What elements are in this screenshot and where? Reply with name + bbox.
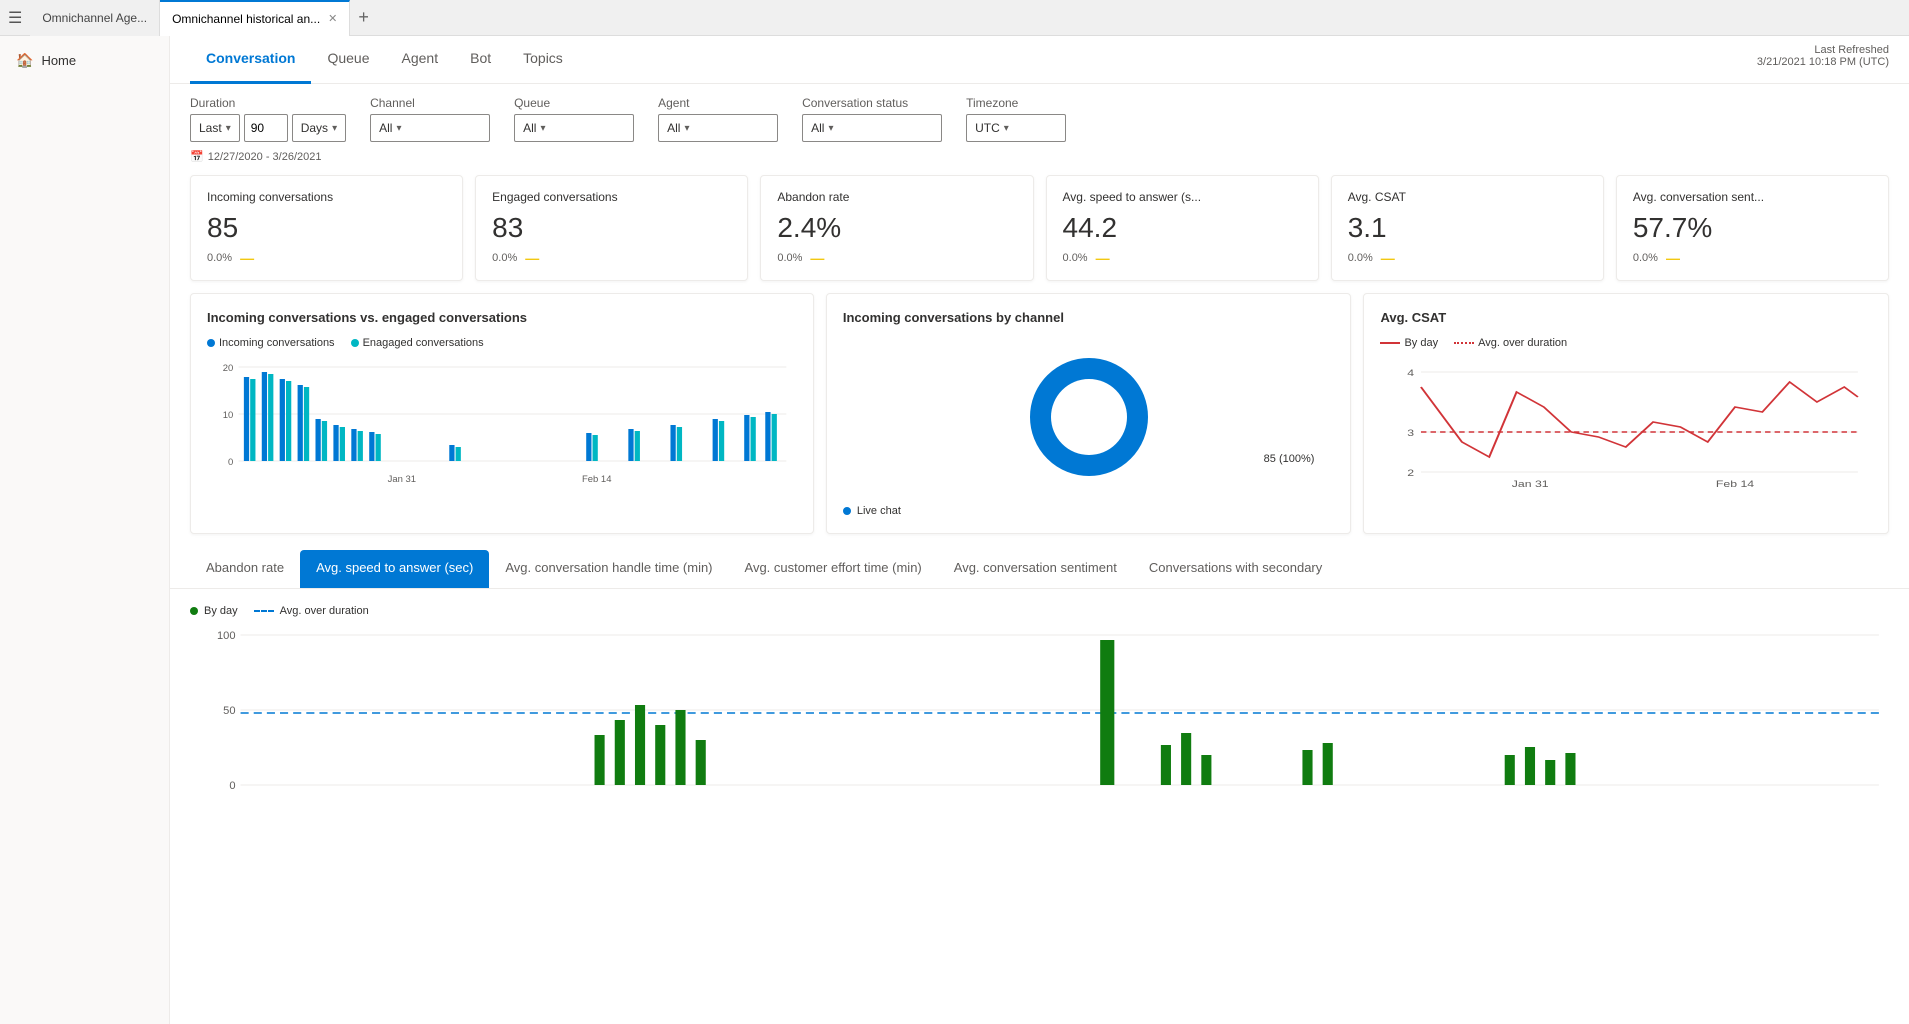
browser-menu-icon[interactable]: ☰: [8, 8, 22, 28]
charts-row: Incoming conversations vs. engaged conve…: [170, 293, 1909, 546]
sidebar-item-home[interactable]: 🏠 Home: [0, 44, 169, 77]
donut-svg: [1024, 352, 1154, 482]
channel-filter: Channel All ▾: [370, 96, 490, 142]
tab-topics[interactable]: Topics: [507, 36, 579, 84]
tab-omnichannel-historical[interactable]: Omnichannel historical an... ✕: [160, 0, 350, 36]
tab-abandon-rate[interactable]: Abandon rate: [190, 550, 300, 588]
svg-text:0: 0: [229, 780, 235, 792]
duration-value-input[interactable]: [244, 114, 288, 142]
browser-chrome: ☰ Omnichannel Age... Omnichannel histori…: [0, 0, 1909, 36]
svg-text:20: 20: [223, 363, 234, 373]
dotted-line-icon: [1454, 342, 1474, 344]
engaged-legend-dot: [351, 339, 359, 347]
avg-csat-chart: Avg. CSAT By day Avg. over duration: [1363, 293, 1889, 534]
chevron-down-icon: ▾: [540, 123, 545, 134]
kpi-avg-speed-to-answer: Avg. speed to answer (s... 44.2 0.0% —: [1046, 175, 1319, 281]
by-day-legend: By day: [1380, 337, 1438, 349]
sidebar: 🏠 Home: [0, 36, 170, 1024]
tab-avg-customer-effort-time[interactable]: Avg. customer effort time (min): [729, 550, 938, 588]
chevron-down-icon: ▾: [396, 123, 401, 134]
svg-text:100: 100: [217, 630, 236, 642]
by-day-bottom-legend: By day: [190, 605, 238, 617]
svg-text:50: 50: [223, 705, 235, 717]
bar-chart-legend: Incoming conversations Enagaged conversa…: [207, 337, 797, 349]
kpi-avg-csat: Avg. CSAT 3.1 0.0% —: [1331, 175, 1604, 281]
last-refreshed: Last Refreshed 3/21/2021 10:18 PM (UTC): [1757, 44, 1889, 68]
filters-row: Duration Last ▾ Days ▾ Channel All: [170, 84, 1909, 146]
solid-line-icon: [1380, 342, 1400, 344]
timezone-filter: Timezone UTC ▾: [966, 96, 1066, 142]
conversation-status-filter: Conversation status All ▾: [802, 96, 942, 142]
bar-chart-area: 20 10 0 Jan 31 Feb 14: [207, 357, 797, 497]
live-chat-dot: [843, 507, 851, 515]
svg-text:2: 2: [1408, 468, 1415, 478]
avg-duration-legend: Avg. over duration: [1454, 337, 1567, 349]
bar-chart-svg: 20 10 0 Jan 31 Feb 14: [207, 357, 797, 497]
svg-text:0: 0: [228, 457, 233, 467]
kpi-row: Incoming conversations 85 0.0% — Engaged…: [170, 167, 1909, 293]
avg-duration-bottom-legend: Avg. over duration: [254, 605, 369, 617]
avg-duration-dash-icon: [254, 610, 274, 612]
chevron-down-icon: ▾: [332, 123, 337, 134]
tab-avg-conversation-sentiment[interactable]: Avg. conversation sentiment: [938, 550, 1133, 588]
channel-select[interactable]: All ▾: [370, 114, 490, 142]
svg-text:3: 3: [1408, 428, 1415, 438]
incoming-vs-engaged-chart: Incoming conversations vs. engaged conve…: [190, 293, 814, 534]
chevron-down-icon: ▾: [1004, 123, 1009, 134]
calendar-icon: 📅: [190, 150, 204, 163]
timezone-select[interactable]: UTC ▾: [966, 114, 1066, 142]
queue-select[interactable]: All ▾: [514, 114, 634, 142]
line-chart-legend: By day Avg. over duration: [1380, 337, 1872, 349]
duration-preset-select[interactable]: Last ▾: [190, 114, 240, 142]
donut-legend: Live chat: [843, 505, 1335, 517]
by-day-green-dot: [190, 607, 198, 615]
legend-incoming: Incoming conversations: [207, 337, 335, 349]
tab-conversations-with-secondary[interactable]: Conversations with secondary: [1133, 550, 1338, 588]
nav-tabs: Conversation Queue Agent Bot Topics Last…: [170, 36, 1909, 84]
kpi-incoming-conversations: Incoming conversations 85 0.0% —: [190, 175, 463, 281]
incoming-legend-dot: [207, 339, 215, 347]
close-tab-icon[interactable]: ✕: [328, 12, 337, 25]
duration-unit-select[interactable]: Days ▾: [292, 114, 346, 142]
bottom-bar-chart-svg: 100 50 0: [190, 625, 1889, 805]
tab-avg-speed-to-answer[interactable]: Avg. speed to answer (sec): [300, 550, 489, 588]
chevron-down-icon: ▾: [226, 123, 231, 134]
svg-text:10: 10: [223, 410, 234, 420]
incoming-by-channel-chart: Incoming conversations by channel 85 (10…: [826, 293, 1352, 534]
queue-filter: Queue All ▾: [514, 96, 634, 142]
bottom-chart-section: By day Avg. over duration 100 50 0: [170, 589, 1909, 824]
agent-filter: Agent All ▾: [658, 96, 778, 142]
chevron-down-icon: ▾: [684, 123, 689, 134]
main-content: Conversation Queue Agent Bot Topics Last…: [170, 36, 1909, 1024]
duration-filter: Duration Last ▾ Days ▾: [190, 96, 346, 142]
svg-text:Jan 31: Jan 31: [1512, 479, 1549, 489]
legend-engaged: Enagaged conversations: [351, 337, 484, 349]
conversation-status-select[interactable]: All ▾: [802, 114, 942, 142]
tab-conversation[interactable]: Conversation: [190, 36, 311, 84]
add-tab-button[interactable]: +: [350, 7, 377, 28]
kpi-engaged-conversations: Engaged conversations 83 0.0% —: [475, 175, 748, 281]
chevron-down-icon: ▾: [828, 123, 833, 134]
kpi-abandon-rate: Abandon rate 2.4% 0.0% —: [760, 175, 1033, 281]
tab-queue[interactable]: Queue: [311, 36, 385, 84]
svg-text:Feb 14: Feb 14: [582, 474, 611, 484]
tab-bot[interactable]: Bot: [454, 36, 507, 84]
csat-line-svg: 4 3 2 Jan 31 Feb 14: [1380, 357, 1872, 497]
tab-avg-conversation-handle-time[interactable]: Avg. conversation handle time (min): [489, 550, 728, 588]
donut-chart-area: 85 (100%): [843, 337, 1335, 497]
tab-omnichannel-agent[interactable]: Omnichannel Age...: [30, 0, 160, 36]
date-range: 📅 12/27/2020 - 3/26/2021: [170, 146, 1909, 167]
line-chart-area: 4 3 2 Jan 31 Feb 14: [1380, 357, 1872, 497]
svg-text:4: 4: [1408, 368, 1415, 378]
agent-select[interactable]: All ▾: [658, 114, 778, 142]
bottom-metric-tabs: Abandon rate Avg. speed to answer (sec) …: [170, 550, 1909, 589]
home-icon: 🏠: [16, 52, 33, 69]
svg-text:Feb 14: Feb 14: [1716, 479, 1754, 489]
svg-text:Jan 31: Jan 31: [388, 474, 416, 484]
tab-agent[interactable]: Agent: [386, 36, 455, 84]
bottom-legend: By day Avg. over duration: [190, 605, 1889, 617]
kpi-avg-conversation-sentiment: Avg. conversation sent... 57.7% 0.0% —: [1616, 175, 1889, 281]
donut-label: 85 (100%): [1264, 453, 1315, 465]
